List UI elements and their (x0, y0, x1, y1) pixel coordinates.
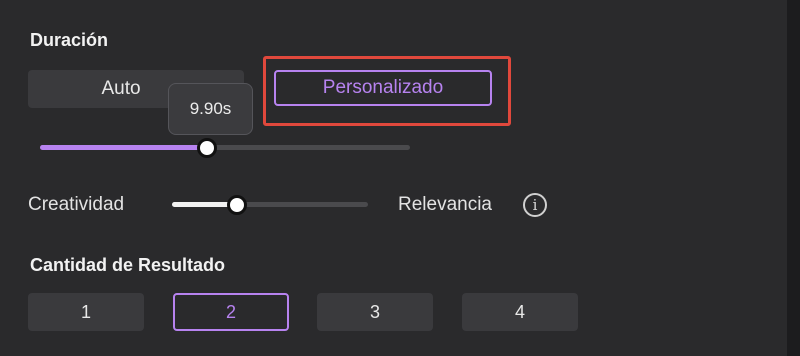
creativity-label: Creatividad (28, 194, 125, 215)
duration-title: Duración (30, 30, 109, 50)
result-count-label: 2 (225, 301, 236, 322)
auto-mode-label: Auto (101, 78, 141, 99)
result-count-option-4[interactable]: 4 (462, 293, 578, 331)
info-icon-glyph: i (532, 196, 538, 214)
result-count-option-1[interactable]: 1 (28, 293, 144, 331)
panel-edge (787, 0, 800, 356)
result-count-label: 1 (80, 301, 91, 322)
relevance-label: Relevancia (398, 194, 492, 215)
result-count-label: 3 (369, 301, 380, 322)
duration-value-tooltip: 9.90s (168, 83, 253, 135)
result-count-option-3[interactable]: 3 (317, 293, 433, 331)
result-count-option-2[interactable]: 2 (173, 293, 289, 331)
custom-mode-label: Personalizado (322, 77, 444, 98)
result-count-label: 4 (514, 301, 525, 322)
custom-mode-button[interactable]: Personalizado (274, 70, 492, 106)
duration-slider-thumb[interactable] (196, 138, 217, 158)
results-title: Cantidad de Resultado (30, 255, 226, 275)
duration-slider-fill (40, 145, 207, 150)
balance-slider-thumb[interactable] (226, 195, 247, 215)
info-icon[interactable]: i (523, 193, 547, 217)
duration-value: 9.90s (189, 99, 232, 118)
